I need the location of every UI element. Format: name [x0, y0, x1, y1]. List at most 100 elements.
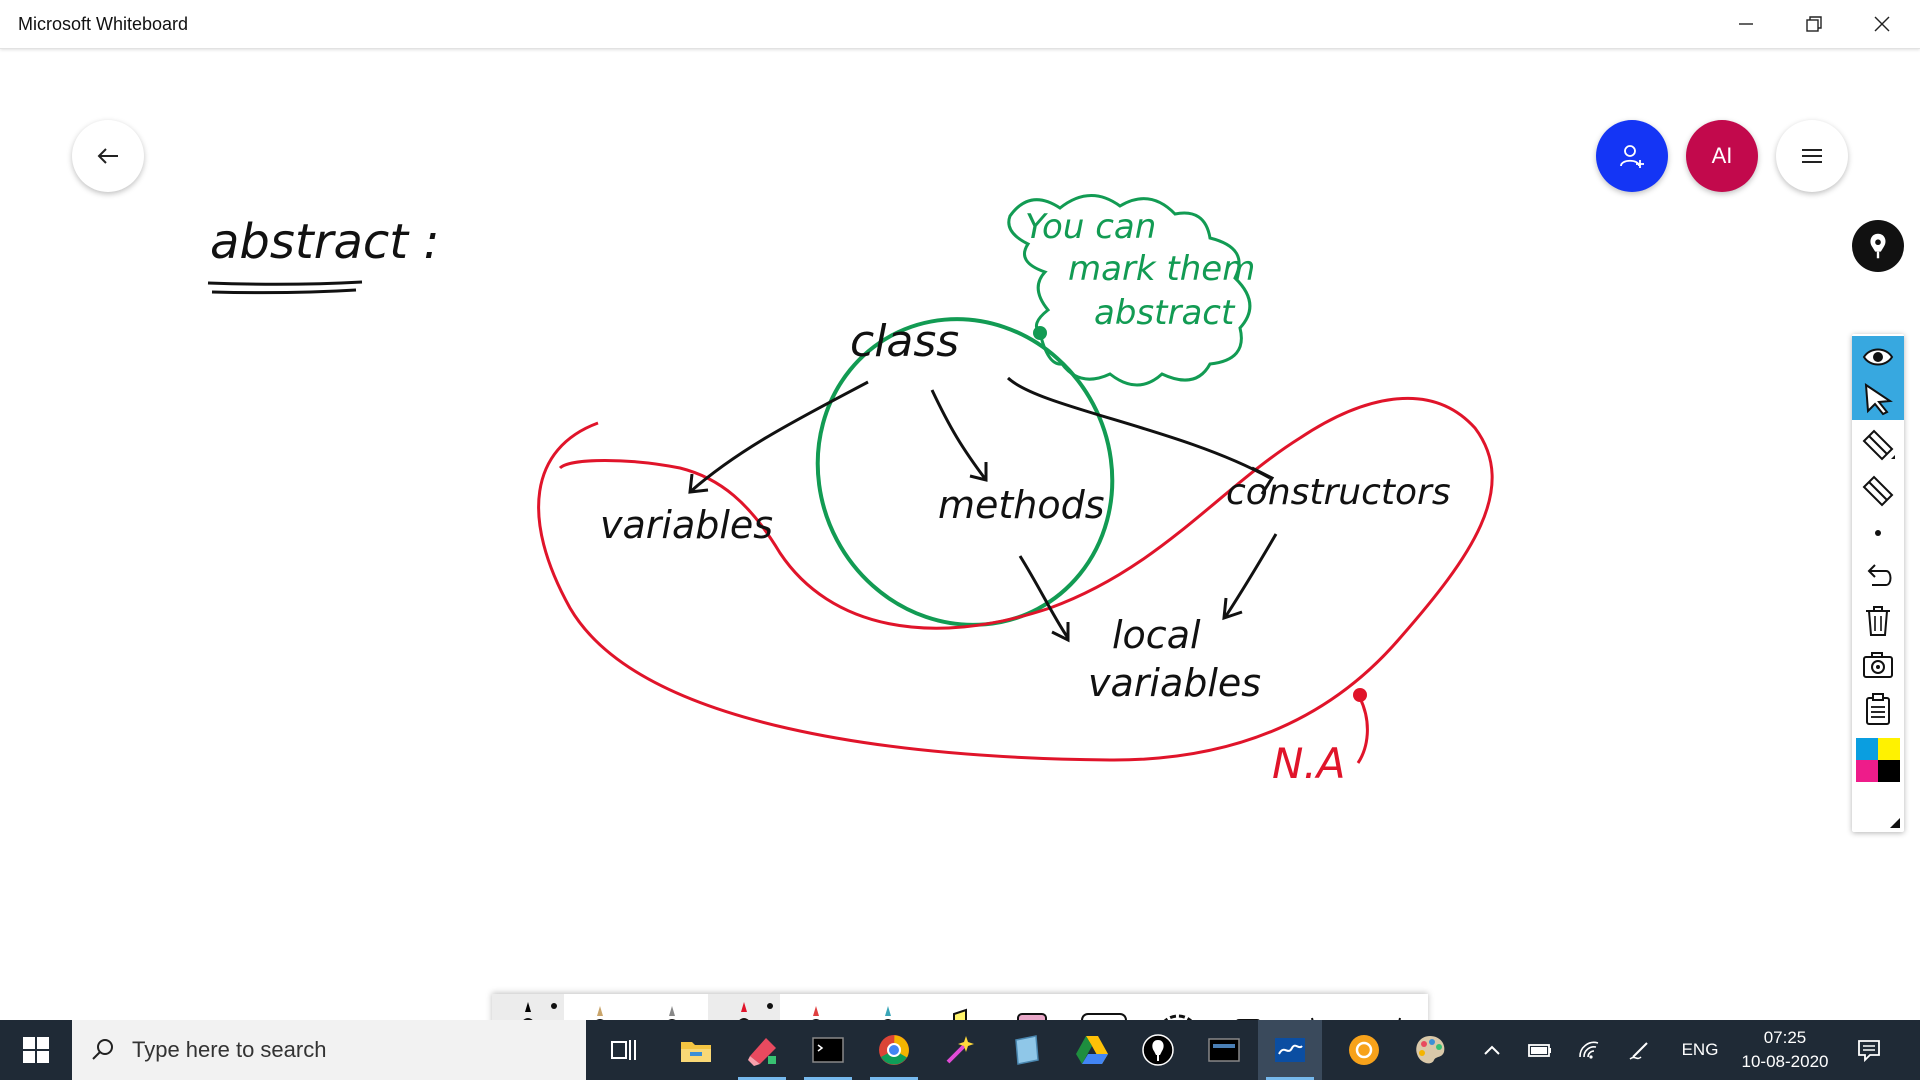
title-bar: Microsoft Whiteboard	[0, 0, 1920, 49]
eye-icon	[1862, 348, 1894, 366]
whiteboard-pin-icon	[1142, 1034, 1174, 1066]
callout-line-2: mark them	[1068, 249, 1255, 289]
heading-underline-1	[207, 280, 363, 286]
whiteboard-icon	[1275, 1038, 1305, 1062]
terminal-button[interactable]	[796, 1020, 860, 1080]
task-view-button[interactable]	[592, 1020, 656, 1080]
language-button[interactable]: ENG	[1672, 1020, 1728, 1080]
undo-side-button[interactable]	[1852, 556, 1904, 598]
eraser-button[interactable]	[1852, 468, 1904, 510]
terminal-icon	[812, 1037, 844, 1063]
toolbar-resize-handle[interactable]	[1890, 818, 1900, 828]
pen-workspace-icon	[1629, 1042, 1648, 1060]
google-drive-button[interactable]	[1060, 1020, 1124, 1080]
magic-wand-icon	[946, 1036, 974, 1064]
start-button[interactable]	[0, 1020, 72, 1080]
ink-to-shape-icon	[1870, 233, 1886, 259]
whiteboard-canvas[interactable]: AI abstract : You can mark them abstract…	[0, 48, 1920, 1068]
na-label: N.A	[1272, 739, 1346, 788]
notebook-button[interactable]	[994, 1020, 1058, 1080]
paint-palette-button[interactable]	[1398, 1020, 1462, 1080]
tray-overflow-button[interactable]	[1476, 1020, 1508, 1080]
pen-workspace-button[interactable]	[1622, 1020, 1658, 1080]
window-title: Microsoft Whiteboard	[18, 14, 189, 34]
ink-to-shape-button[interactable]	[1852, 220, 1904, 272]
wifi-button[interactable]	[1572, 1020, 1608, 1080]
dot-icon	[1875, 530, 1881, 536]
select-button[interactable]	[1852, 378, 1904, 420]
right-toolbar	[1852, 334, 1904, 832]
red-loop	[537, 396, 1494, 762]
callout-line-1: You can	[1025, 207, 1156, 247]
file-explorer-button[interactable]	[664, 1020, 728, 1080]
ruler-eraser-button[interactable]	[1852, 424, 1904, 466]
language-text: ENG	[1681, 1040, 1719, 1059]
chrome-icon	[879, 1035, 909, 1065]
undo-icon	[1867, 564, 1892, 586]
select-cursor-icon	[1864, 383, 1893, 416]
color-palette-icon	[1856, 738, 1900, 782]
windows-logo-icon	[23, 1037, 49, 1063]
minimize-icon	[1739, 23, 1753, 25]
clipboard-button[interactable]	[1852, 688, 1904, 730]
mysql-icon	[1208, 1038, 1240, 1062]
arrow-class-to-variables	[688, 380, 869, 494]
camera-icon	[1863, 652, 1893, 678]
taskbar-clock[interactable]: 07:25 10-08-2020	[1730, 1026, 1840, 1074]
minimize-button[interactable]	[1712, 0, 1780, 48]
node-variables: variables	[600, 503, 773, 547]
node-local-line-2: variables	[1088, 661, 1261, 705]
color-palette-button[interactable]	[1852, 736, 1904, 784]
ink-layer[interactable]: abstract : You can mark them abstract N.…	[0, 48, 1920, 1020]
dot-button[interactable]	[1852, 512, 1904, 554]
eraser-icon	[1862, 475, 1894, 507]
paint-3d-button[interactable]	[730, 1020, 794, 1080]
clipboard-icon	[1866, 693, 1890, 725]
arrow-class-to-methods	[930, 389, 988, 482]
close-icon	[1874, 16, 1890, 32]
battery-button[interactable]	[1522, 1020, 1558, 1080]
chevron-up-icon	[1484, 1045, 1500, 1055]
arrow-methods-to-local	[1018, 555, 1070, 643]
wifi-icon	[1579, 1041, 1599, 1059]
notification-center-icon	[1858, 1040, 1880, 1063]
node-class: class	[850, 316, 959, 367]
search-placeholder: Type here to search	[132, 1037, 327, 1062]
delete-icon	[1866, 606, 1890, 636]
delete-button[interactable]	[1852, 600, 1904, 642]
clock-date: 10-08-2020	[1741, 1052, 1829, 1071]
google-drive-icon	[1076, 1036, 1108, 1064]
camera-button[interactable]	[1852, 644, 1904, 686]
circle-app-icon	[1349, 1035, 1379, 1065]
chrome-button[interactable]	[862, 1020, 926, 1080]
red-connector-line	[1356, 697, 1369, 764]
node-methods: methods	[938, 483, 1105, 527]
battery-icon	[1528, 1044, 1551, 1057]
heading-text: abstract :	[210, 214, 440, 270]
task-view-icon	[611, 1040, 636, 1060]
callout-line-3: abstract	[1094, 293, 1236, 333]
mysql-button[interactable]	[1192, 1020, 1256, 1080]
paint-palette-icon	[1416, 1036, 1445, 1064]
search-icon	[92, 1039, 113, 1060]
magic-wand-button[interactable]	[928, 1020, 992, 1080]
restore-button[interactable]	[1780, 0, 1848, 48]
paint-3d-icon	[748, 1038, 776, 1066]
whiteboard-pin-button[interactable]	[1126, 1020, 1190, 1080]
notebook-icon	[1015, 1035, 1039, 1065]
ruler-eraser-icon	[1862, 429, 1895, 461]
clock-time: 07:25	[1763, 1028, 1807, 1047]
whiteboard-app-button[interactable]	[1258, 1020, 1322, 1080]
node-constructors: constructors	[1226, 472, 1451, 513]
node-local-line-1: local	[1112, 613, 1201, 657]
file-explorer-icon	[681, 1042, 711, 1062]
notifications-button[interactable]	[1846, 1020, 1892, 1080]
arrow-constructors-to-local	[1222, 533, 1278, 621]
close-button[interactable]	[1848, 0, 1916, 48]
heading-underline-2	[211, 288, 357, 295]
circle-app-button[interactable]	[1332, 1020, 1396, 1080]
taskbar-search-box[interactable]: Type here to search	[72, 1020, 586, 1080]
windows-taskbar: Type here to search ENG 07:25 10-08-2020	[0, 1020, 1920, 1080]
restore-icon	[1806, 16, 1822, 32]
view-button[interactable]	[1852, 336, 1904, 378]
